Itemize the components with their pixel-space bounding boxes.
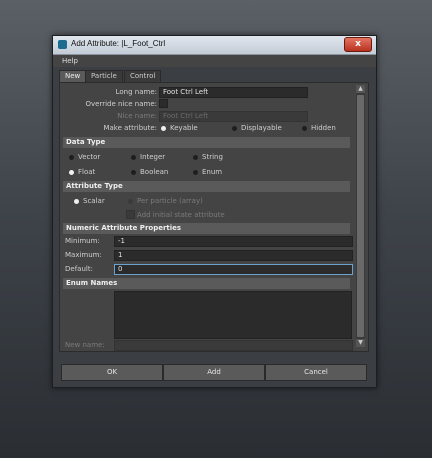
override-nice-name-checkbox[interactable] (159, 99, 168, 108)
attribute-type-header: Attribute Type (63, 181, 350, 192)
make-attribute-label: Make attribute: (103, 124, 157, 132)
scroll-thumb[interactable] (357, 95, 364, 337)
new-name-label: New name: (65, 341, 105, 349)
boolean-label: Boolean (140, 168, 169, 176)
default-field[interactable]: 0 (114, 264, 353, 275)
nice-name-label: Nice name: (117, 112, 157, 120)
title-bar: Add Attribute: |L_Foot_Ctrl x (53, 36, 376, 55)
minimum-label: Minimum: (65, 237, 100, 245)
string-label: String (202, 153, 223, 161)
numeric-properties-header: Numeric Attribute Properties (63, 223, 350, 234)
initial-state-label: Add initial state attribute (137, 211, 225, 219)
new-tab-panel: Long name: Foot Ctrl Left Override nice … (59, 82, 369, 352)
per-particle-radio[interactable] (128, 199, 133, 204)
scalar-radio[interactable] (74, 199, 79, 204)
ok-button[interactable]: OK (61, 364, 163, 381)
menu-help[interactable]: Help (62, 57, 78, 65)
long-name-label: Long name: (115, 88, 157, 96)
tab-control[interactable]: Control (124, 70, 162, 82)
new-name-field[interactable] (114, 340, 353, 351)
cancel-button[interactable]: Cancel (265, 364, 367, 381)
integer-label: Integer (140, 153, 166, 161)
nice-name-field[interactable]: Foot Ctrl Left (159, 111, 308, 122)
hidden-label: Hidden (311, 124, 336, 132)
maximum-field[interactable]: 1 (114, 250, 353, 261)
float-label: Float (78, 168, 96, 176)
tab-new[interactable]: New (59, 70, 87, 82)
vertical-scrollbar[interactable]: ▲ ▼ (356, 85, 365, 347)
vector-radio[interactable] (69, 155, 74, 160)
override-nice-name-label: Override nice name: (85, 100, 157, 108)
integer-radio[interactable] (131, 155, 136, 160)
close-button[interactable]: x (344, 37, 372, 52)
hidden-radio[interactable] (302, 126, 307, 131)
minimum-field[interactable]: -1 (114, 236, 353, 247)
keyable-radio[interactable] (161, 126, 166, 131)
enum-radio[interactable] (193, 170, 198, 175)
menu-bar: Help (53, 55, 376, 67)
scroll-down-arrow-icon[interactable]: ▼ (356, 339, 365, 347)
scalar-label: Scalar (83, 197, 105, 205)
keyable-label: Keyable (170, 124, 198, 132)
vector-label: Vector (78, 153, 101, 161)
window-title: Add Attribute: |L_Foot_Ctrl (71, 39, 166, 48)
default-label: Default: (65, 265, 93, 273)
initial-state-checkbox[interactable] (126, 210, 135, 219)
data-type-header: Data Type (63, 137, 350, 148)
long-name-field[interactable]: Foot Ctrl Left (159, 87, 308, 98)
enum-names-header: Enum Names (63, 278, 350, 289)
scroll-up-arrow-icon[interactable]: ▲ (356, 85, 365, 93)
displayable-label: Displayable (241, 124, 282, 132)
maximum-label: Maximum: (65, 251, 102, 259)
add-button[interactable]: Add (163, 364, 265, 381)
string-radio[interactable] (193, 155, 198, 160)
add-attribute-dialog: Add Attribute: |L_Foot_Ctrl x Help New P… (52, 35, 377, 388)
per-particle-label: Per particle (array) (137, 197, 203, 205)
displayable-radio[interactable] (232, 126, 237, 131)
maya-app-icon (58, 40, 67, 49)
boolean-radio[interactable] (131, 170, 136, 175)
tab-particle[interactable]: Particle (85, 70, 123, 82)
float-radio[interactable] (69, 170, 74, 175)
enum-names-list[interactable] (114, 291, 352, 339)
enum-label: Enum (202, 168, 223, 176)
